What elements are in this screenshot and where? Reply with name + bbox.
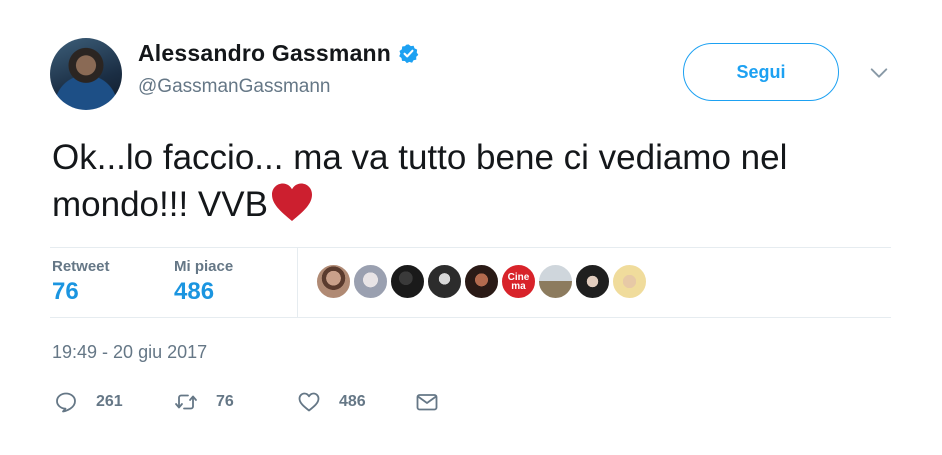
chevron-down-icon[interactable]: [868, 62, 890, 84]
likes-stat[interactable]: Mi piace 486: [174, 258, 233, 306]
red-heart-emoji-icon: [271, 183, 312, 221]
retweet-count: 76: [216, 393, 234, 410]
retweet-stat[interactable]: Retweet 76: [52, 258, 110, 306]
liker-avatar[interactable]: [612, 264, 647, 299]
liker-avatar[interactable]: [575, 264, 610, 299]
follow-button[interactable]: Segui: [683, 43, 839, 101]
stats-divider-bottom: [50, 317, 891, 318]
tweet-timestamp[interactable]: 19:49 - 20 giu 2017: [52, 342, 207, 363]
liker-avatar[interactable]: [316, 264, 351, 299]
like-button[interactable]: 486: [297, 390, 366, 414]
direct-message-button[interactable]: [415, 390, 439, 414]
reply-icon: [56, 392, 76, 413]
retweet-stat-value: 76: [52, 278, 79, 305]
direct-message-icon: [416, 394, 438, 411]
reply-button[interactable]: 261: [54, 390, 123, 414]
stats-vertical-divider: [297, 248, 298, 317]
stats-divider-top: [50, 247, 891, 248]
retweet-icon: [175, 394, 197, 410]
cinema-avatar-text: Cine ma: [507, 272, 530, 292]
liker-avatar-cinema[interactable]: Cine ma: [501, 264, 536, 299]
likers-avatars: Cine ma: [316, 264, 649, 299]
liker-avatar[interactable]: [538, 264, 573, 299]
retweet-button[interactable]: 76: [174, 390, 234, 414]
liker-avatar[interactable]: [427, 264, 462, 299]
author-name-row[interactable]: Alessandro Gassmann: [138, 40, 419, 67]
like-count: 486: [339, 393, 366, 410]
like-icon: [298, 392, 320, 412]
liker-avatar[interactable]: [353, 264, 388, 299]
liker-avatar[interactable]: [390, 264, 425, 299]
likes-stat-label: Mi piace: [174, 258, 234, 275]
retweet-stat-label: Retweet: [52, 258, 110, 275]
verified-badge-icon: [399, 44, 419, 64]
likes-stat-value: 486: [174, 278, 215, 305]
author-avatar[interactable]: [50, 38, 122, 110]
author-name[interactable]: Alessandro Gassmann: [138, 40, 391, 67]
tweet-text: Ok...lo faccio... ma va tutto bene ci ve…: [52, 134, 892, 228]
tweet-text-content: Ok...lo faccio... ma va tutto bene ci ve…: [52, 138, 788, 224]
liker-avatar[interactable]: [464, 264, 499, 299]
author-handle[interactable]: @GassmanGassmann: [138, 76, 330, 98]
reply-count: 261: [96, 393, 123, 410]
